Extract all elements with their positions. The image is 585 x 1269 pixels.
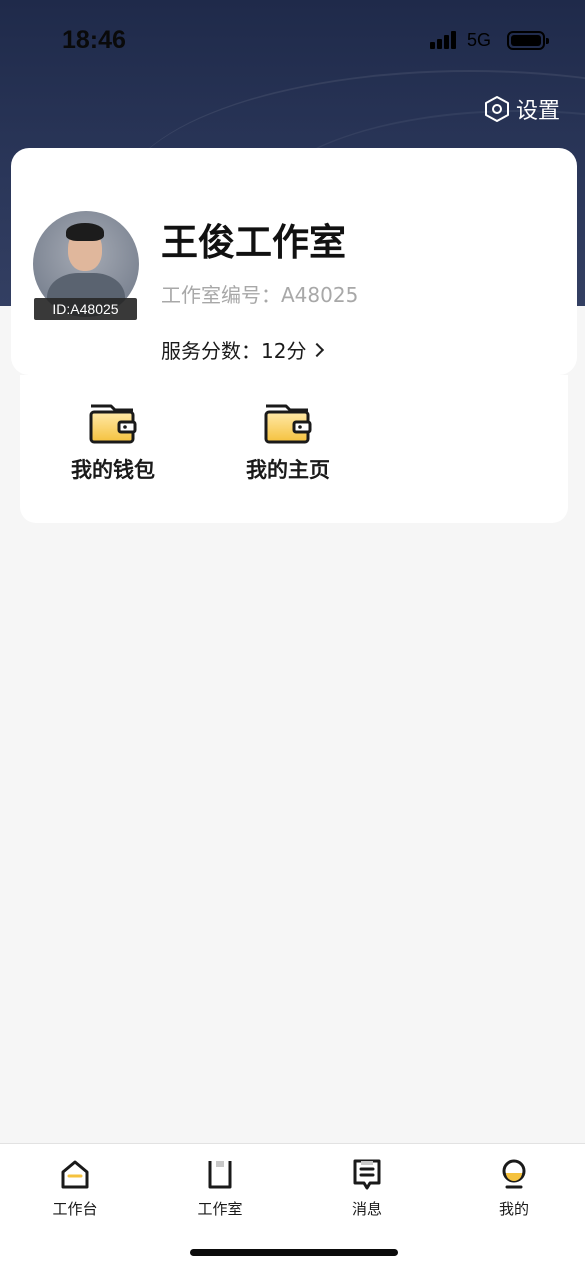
wallet-icon — [264, 404, 312, 444]
tab-messages[interactable]: 消息 — [327, 1156, 407, 1219]
my-homepage-label: 我的主页 — [246, 458, 330, 482]
studio-number: 工作室编号：A48025 — [161, 283, 359, 307]
settings-hexagon-icon — [484, 96, 509, 122]
tab-mine-label: 我的 — [498, 1200, 529, 1218]
settings-button[interactable]: 设置 — [483, 93, 560, 125]
network-label: 5G — [467, 30, 492, 50]
tab-workbench[interactable]: 工作台 — [35, 1156, 115, 1219]
quick-actions-card: 我的钱包 我的主页 — [20, 375, 568, 523]
my-wallet-button[interactable]: 我的钱包 — [53, 400, 173, 484]
signal-icon — [430, 31, 460, 49]
status-bar: 18:46 5G — [0, 0, 585, 80]
my-wallet-label: 我的钱包 — [71, 458, 155, 482]
service-score-link[interactable]: 服务分数：12分 — [161, 335, 325, 364]
status-time: 18:46 — [62, 26, 126, 54]
wallet-icon — [89, 404, 137, 444]
home-icon — [61, 1160, 89, 1189]
settings-label: 设置 — [515, 99, 560, 124]
studio-icon — [208, 1161, 232, 1189]
tab-studio[interactable]: 工作室 — [180, 1156, 260, 1219]
home-indicator[interactable] — [190, 1249, 398, 1256]
profile-card: ID:A48025 王俊工作室 工作室编号：A48025 服务分数：12分 — [11, 148, 577, 375]
battery-icon — [507, 31, 549, 50]
studio-name: 王俊工作室 — [161, 221, 346, 264]
service-score-label: 服务分数：12分 — [161, 339, 307, 363]
tab-workbench-label: 工作台 — [52, 1200, 98, 1218]
chevron-right-icon — [310, 342, 325, 357]
tab-studio-label: 工作室 — [197, 1200, 243, 1218]
my-homepage-button[interactable]: 我的主页 — [228, 400, 348, 484]
profile-icon — [502, 1159, 526, 1189]
message-icon — [353, 1159, 381, 1190]
tab-messages-label: 消息 — [351, 1200, 382, 1218]
avatar-id-tag: ID:A48025 — [34, 298, 137, 320]
tab-mine[interactable]: 我的 — [474, 1156, 554, 1219]
